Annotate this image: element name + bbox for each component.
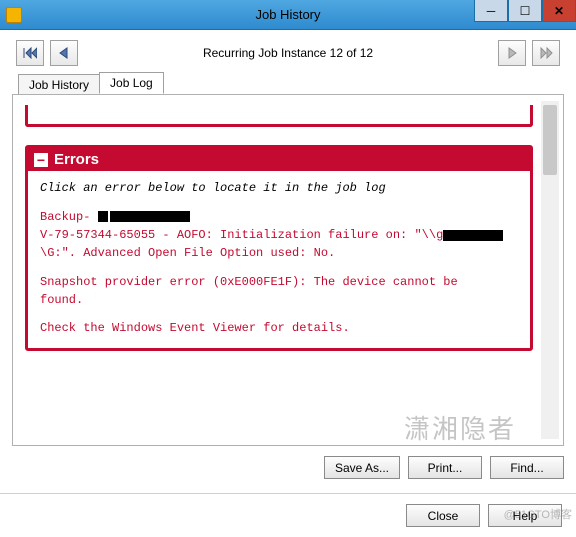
nav-first-button[interactable]	[16, 40, 44, 66]
tab-strip: Job History Job Log	[0, 72, 576, 94]
nav-row: Recurring Job Instance 12 of 12	[0, 30, 576, 72]
print-button[interactable]: Print...	[408, 456, 482, 479]
redacted-text	[110, 211, 190, 222]
errors-section: − Errors Click an error below to locate …	[25, 145, 533, 351]
previous-section-bottom	[25, 105, 533, 127]
error-code-line-2[interactable]: \G:". Advanced Open File Option used: No…	[40, 245, 518, 261]
prev-icon	[58, 47, 70, 59]
instance-label: Recurring Job Instance 12 of 12	[78, 46, 498, 60]
errors-body: Click an error below to locate it in the…	[28, 171, 530, 348]
tab-job-log[interactable]: Job Log	[99, 72, 164, 94]
next-icon	[506, 47, 518, 59]
errors-heading-text: Errors	[54, 151, 99, 168]
redacted-text	[443, 230, 503, 241]
error-backup-line[interactable]: Backup-	[40, 209, 518, 225]
nav-next-button[interactable]	[498, 40, 526, 66]
last-icon	[539, 47, 553, 59]
dialog-button-row: Close Help	[0, 494, 576, 537]
save-as-button[interactable]: Save As...	[324, 456, 400, 479]
errors-hint: Click an error below to locate it in the…	[40, 181, 518, 195]
nav-prev-button[interactable]	[50, 40, 78, 66]
find-button[interactable]: Find...	[490, 456, 564, 479]
error-code-line[interactable]: V-79-57344-65055 - AOFO: Initialization …	[40, 227, 518, 243]
titlebar: Job History ─ ☐ ✕	[0, 0, 576, 30]
nav-last-button[interactable]	[532, 40, 560, 66]
panel-button-row: Save As... Print... Find...	[0, 446, 576, 479]
collapse-icon[interactable]: −	[34, 153, 48, 167]
redacted-text	[98, 211, 108, 222]
error-snapshot-line[interactable]: Snapshot provider error (0xE000FE1F): Th…	[40, 274, 518, 290]
scrollbar[interactable]	[541, 101, 559, 439]
scroll-thumb[interactable]	[543, 105, 557, 175]
close-window-button[interactable]: ✕	[542, 0, 576, 22]
error-eventviewer-line[interactable]: Check the Windows Event Viewer for detai…	[40, 320, 518, 336]
window-controls: ─ ☐ ✕	[474, 0, 576, 22]
error-snapshot-line-2[interactable]: found.	[40, 292, 518, 308]
first-icon	[23, 47, 37, 59]
maximize-button[interactable]: ☐	[508, 0, 542, 22]
tab-job-history[interactable]: Job History	[18, 74, 100, 95]
job-log-panel: − Errors Click an error below to locate …	[12, 94, 564, 446]
errors-header[interactable]: − Errors	[28, 148, 530, 171]
minimize-button[interactable]: ─	[474, 0, 508, 22]
